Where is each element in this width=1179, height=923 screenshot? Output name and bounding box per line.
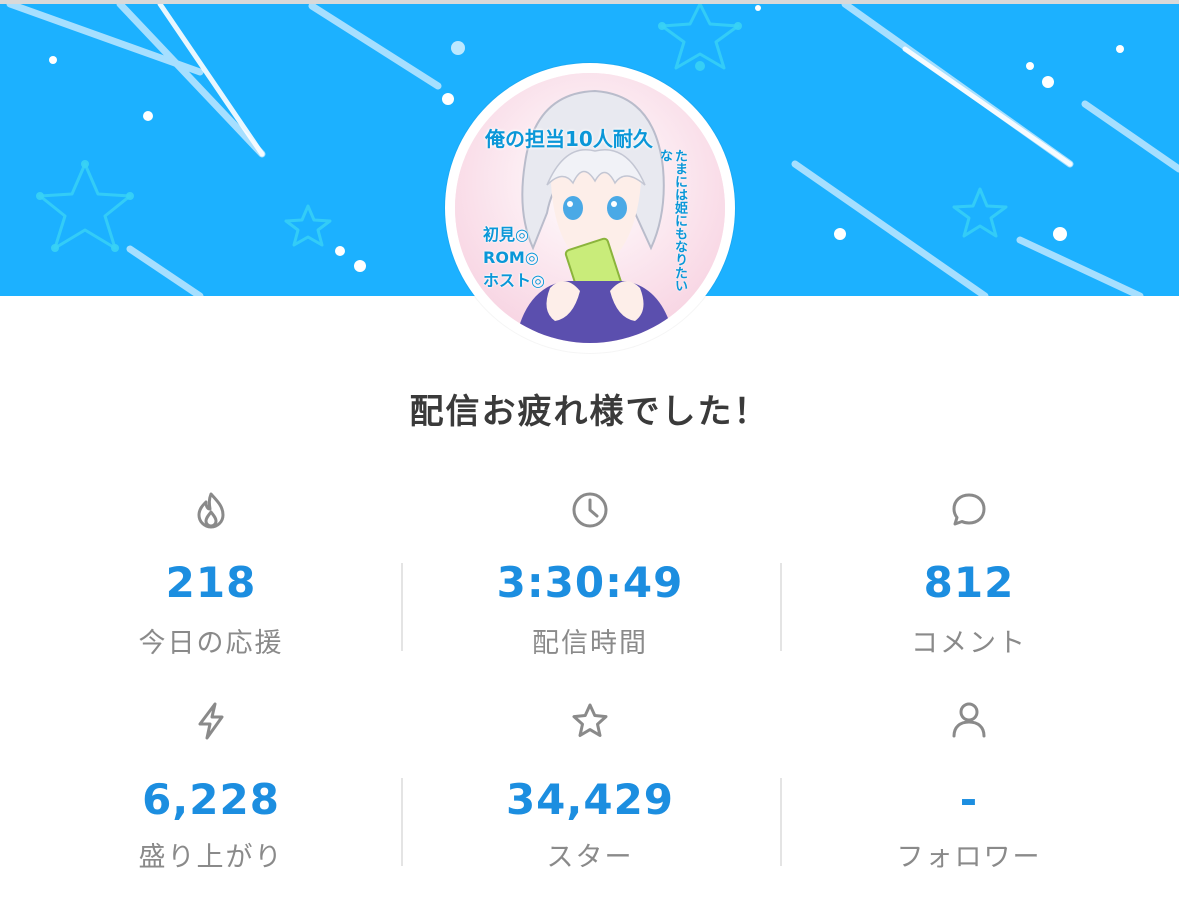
column-divider	[780, 778, 782, 866]
streamer-avatar[interactable]: 俺の担当10人耐久 たまには姫にもなりたいな 初見◎ ROM◎ ホスト◎	[445, 63, 735, 353]
stat-comments-label: コメント	[911, 628, 1027, 659]
avatar-caption-left-1: 初見◎	[483, 225, 529, 244]
column-divider	[780, 563, 782, 651]
stat-excitement-label: 盛り上がり	[138, 842, 284, 873]
lightning-icon	[198, 702, 224, 740]
stat-excitement-value: 6,228	[142, 775, 280, 824]
comment-bubble-icon	[952, 493, 986, 526]
avatar-image: 俺の担当10人耐久 たまには姫にもなりたいな 初見◎ ROM◎ ホスト◎	[455, 73, 725, 343]
stat-comments-value: 812	[923, 558, 1015, 607]
stat-duration-value: 3:30:49	[496, 558, 684, 607]
column-divider	[401, 778, 403, 866]
avatar-caption-side: たまには姫にもなりたいな	[657, 149, 687, 292]
stat-duration-label: 配信時間	[532, 628, 648, 659]
clock-icon	[572, 492, 608, 528]
star-icon	[572, 703, 608, 737]
column-divider	[401, 563, 403, 651]
avatar-caption-left-2: ROM◎	[483, 248, 539, 267]
stat-support-label: 今日の応援	[138, 628, 284, 659]
avatar-caption-left: 初見◎ ROM◎ ホスト◎	[483, 223, 545, 292]
stat-stars-label: スター	[546, 842, 634, 873]
stat-followers-label: フォロワー	[896, 842, 1042, 873]
person-icon	[952, 702, 986, 738]
stat-support-value: 218	[165, 558, 257, 607]
stat-followers-value: -	[959, 775, 979, 824]
flame-icon	[197, 492, 225, 529]
stat-stars-value: 34,429	[505, 775, 675, 824]
page-title: 配信お疲れ様でした！	[409, 392, 770, 432]
avatar-caption-top: 俺の担当10人耐久	[485, 127, 653, 151]
avatar-caption-left-3: ホスト◎	[483, 271, 545, 290]
